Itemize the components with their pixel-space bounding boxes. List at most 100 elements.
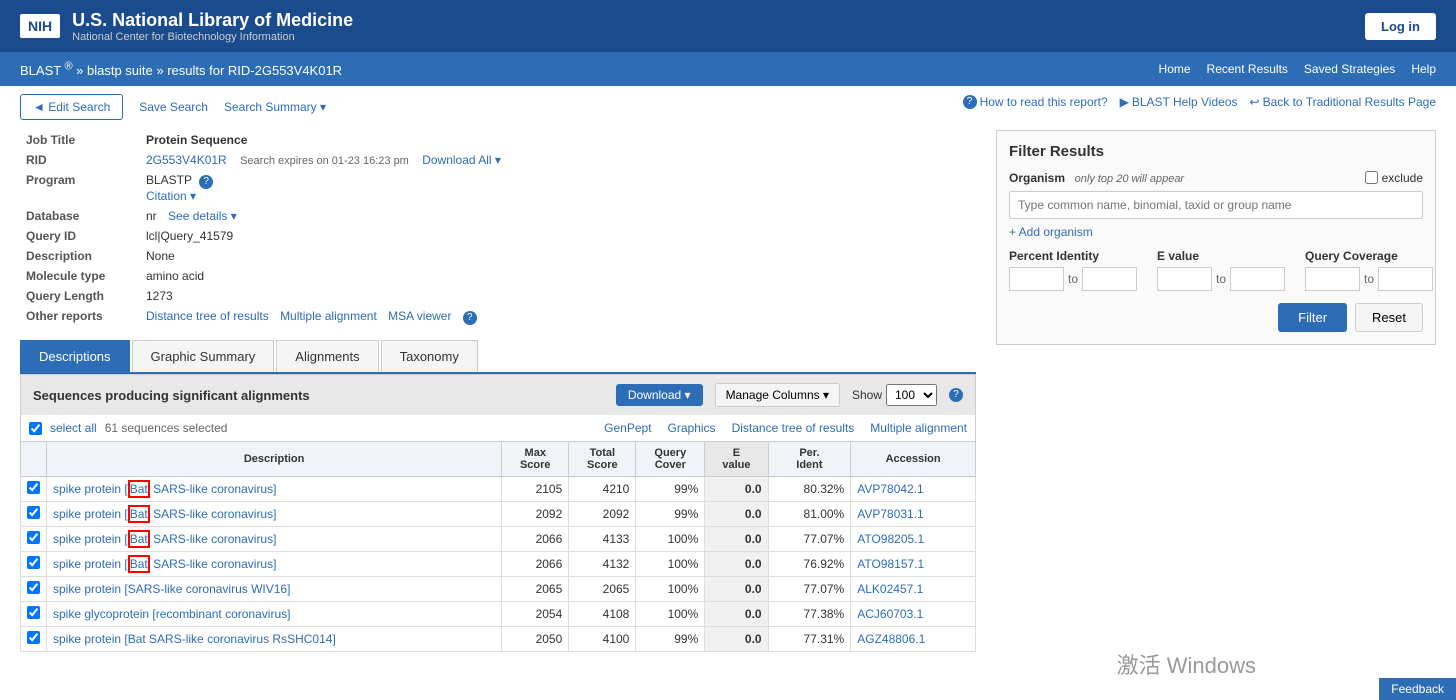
table-row: spike protein [Bat SARS-like coronavirus… (21, 552, 976, 577)
percent-identity-to[interactable] (1082, 267, 1137, 291)
description-link[interactable]: spike protein [Bat SARS-like coronavirus… (53, 530, 276, 548)
e-value-from[interactable] (1157, 267, 1212, 291)
multiple-alignment-link2[interactable]: Multiple alignment (870, 421, 967, 435)
table-row: spike protein [SARS-like coronavirus WIV… (21, 577, 976, 602)
filter-title: Filter Results (1009, 143, 1423, 160)
table-row: spike protein [Bat SARS-like coronavirus… (21, 627, 976, 652)
manage-columns-button[interactable]: Manage Columns ▾ (715, 383, 840, 407)
row-accession: ATO98205.1 (851, 527, 976, 552)
msa-viewer-link[interactable]: MSA viewer (388, 309, 451, 323)
description-link[interactable]: spike protein [Bat SARS-like coronavirus… (53, 555, 276, 573)
row-checkbox[interactable] (27, 481, 40, 494)
select-all-checkbox[interactable] (29, 422, 42, 435)
nav-help[interactable]: Help (1411, 62, 1436, 76)
row-accession: AVP78031.1 (851, 502, 976, 527)
nav-saved-strategies[interactable]: Saved Strategies (1304, 62, 1395, 76)
edit-search-button[interactable]: ◄ Edit Search (20, 94, 123, 120)
show-count-select[interactable]: 100 50 200 (886, 384, 937, 406)
row-checkbox[interactable] (27, 581, 40, 594)
accession-link[interactable]: ACJ60703.1 (857, 607, 923, 621)
row-per-ident: 80.32% (768, 477, 851, 502)
row-total-score: 4132 (569, 552, 636, 577)
genpept-link[interactable]: GenPept (604, 421, 651, 435)
content-columns: Job Title Protein Sequence RID 2G553V4K0… (20, 130, 1436, 652)
row-checkbox[interactable] (27, 506, 40, 519)
row-checkbox[interactable] (27, 631, 40, 644)
row-query-cover: 100% (636, 602, 705, 627)
program-label: Program (20, 170, 140, 206)
row-total-score: 4100 (569, 627, 636, 652)
rid-link[interactable]: 2G553V4K01R (146, 153, 227, 167)
row-checkbox[interactable] (27, 556, 40, 569)
row-per-ident: 77.07% (768, 527, 851, 552)
nav-recent-results[interactable]: Recent Results (1207, 62, 1288, 76)
nav-links: Home Recent Results Saved Strategies Hel… (1159, 62, 1436, 76)
query-coverage-group: Query Coverage to (1305, 249, 1433, 291)
accession-link[interactable]: ATO98205.1 (857, 532, 924, 546)
nav-bar: BLAST ® » blastp suite » results for RID… (0, 52, 1456, 86)
select-all-link[interactable]: select all (50, 421, 97, 435)
save-search-link[interactable]: Save Search (139, 100, 208, 114)
how-to-read-link[interactable]: ? How to read this report? (963, 95, 1108, 109)
filter-button[interactable]: Filter (1278, 303, 1347, 332)
query-coverage-label: Query Coverage (1305, 249, 1433, 263)
description-link[interactable]: spike protein [Bat SARS-like coronavirus… (53, 632, 336, 646)
query-coverage-to[interactable] (1378, 267, 1433, 291)
multiple-alignment-link[interactable]: Multiple alignment (280, 309, 377, 323)
download-all-link[interactable]: Download All ▾ (422, 153, 501, 167)
database-row: nr See details ▾ (140, 206, 976, 226)
tab-graphic-summary[interactable]: Graphic Summary (132, 340, 275, 372)
description-link[interactable]: spike protein [Bat SARS-like coronavirus… (53, 505, 276, 523)
header-title: U.S. National Library of Medicine Nation… (72, 10, 353, 43)
distance-tree-results-link[interactable]: Distance tree of results (732, 421, 855, 435)
sequences-title: Sequences producing significant alignmen… (33, 388, 310, 403)
accession-link[interactable]: AGZ48806.1 (857, 632, 925, 646)
reset-button[interactable]: Reset (1355, 303, 1423, 332)
accession-link[interactable]: AVP78042.1 (857, 482, 924, 496)
row-query-cover: 100% (636, 577, 705, 602)
graphics-link[interactable]: Graphics (668, 421, 716, 435)
query-coverage-range: to (1305, 267, 1433, 291)
search-summary-link[interactable]: Search Summary ▾ (224, 100, 326, 114)
bat-highlight: Bat (128, 480, 150, 498)
percent-identity-from[interactable] (1009, 267, 1064, 291)
percent-identity-group: Percent Identity to (1009, 249, 1137, 291)
feedback-button[interactable]: Feedback (1379, 678, 1456, 700)
table-row: spike glycoprotein [recombinant coronavi… (21, 602, 976, 627)
row-description: spike protein [Bat SARS-like coronavirus… (47, 502, 502, 527)
row-checkbox[interactable] (27, 606, 40, 619)
row-e-value: 0.0 (705, 552, 768, 577)
download-button[interactable]: Download ▾ (616, 384, 703, 406)
add-organism-link[interactable]: + Add organism (1009, 225, 1423, 239)
accession-link[interactable]: ALK02457.1 (857, 582, 923, 596)
tab-taxonomy[interactable]: Taxonomy (381, 340, 478, 372)
accession-link[interactable]: AVP78031.1 (857, 507, 924, 521)
login-button[interactable]: Log in (1365, 13, 1436, 40)
description-link[interactable]: spike protein [SARS-like coronavirus WIV… (53, 582, 290, 596)
distance-tree-link[interactable]: Distance tree of results (146, 309, 269, 323)
description-link[interactable]: spike glycoprotein [recombinant coronavi… (53, 607, 290, 621)
question-icon: ? (963, 95, 977, 109)
results-table: Description MaxScore TotalScore QueryCov… (20, 441, 976, 652)
tab-alignments[interactable]: Alignments (276, 340, 378, 372)
query-coverage-from[interactable] (1305, 267, 1360, 291)
blast-help-link[interactable]: ▶ BLAST Help Videos (1120, 95, 1238, 109)
citation-link[interactable]: Citation ▾ (146, 189, 970, 203)
row-total-score: 4108 (569, 602, 636, 627)
row-max-score: 2054 (502, 602, 569, 627)
row-checkbox[interactable] (27, 531, 40, 544)
organism-input[interactable] (1009, 191, 1423, 219)
e-value-to[interactable] (1230, 267, 1285, 291)
nav-home[interactable]: Home (1159, 62, 1191, 76)
other-reports-row: Distance tree of results Multiple alignm… (140, 306, 976, 328)
description-link[interactable]: spike protein [Bat SARS-like coronavirus… (53, 480, 276, 498)
col-query-cover: QueryCover (636, 442, 705, 477)
table-help-icon: ? (949, 388, 963, 402)
exclude-checkbox[interactable] (1365, 171, 1378, 184)
tab-descriptions[interactable]: Descriptions (20, 340, 130, 372)
back-traditional-link[interactable]: ↩ Back to Traditional Results Page (1250, 95, 1437, 109)
accession-link[interactable]: ATO98157.1 (857, 557, 924, 571)
percent-identity-range: to (1009, 267, 1137, 291)
see-details-link[interactable]: See details ▾ (168, 209, 237, 223)
table-row: spike protein [Bat SARS-like coronavirus… (21, 527, 976, 552)
